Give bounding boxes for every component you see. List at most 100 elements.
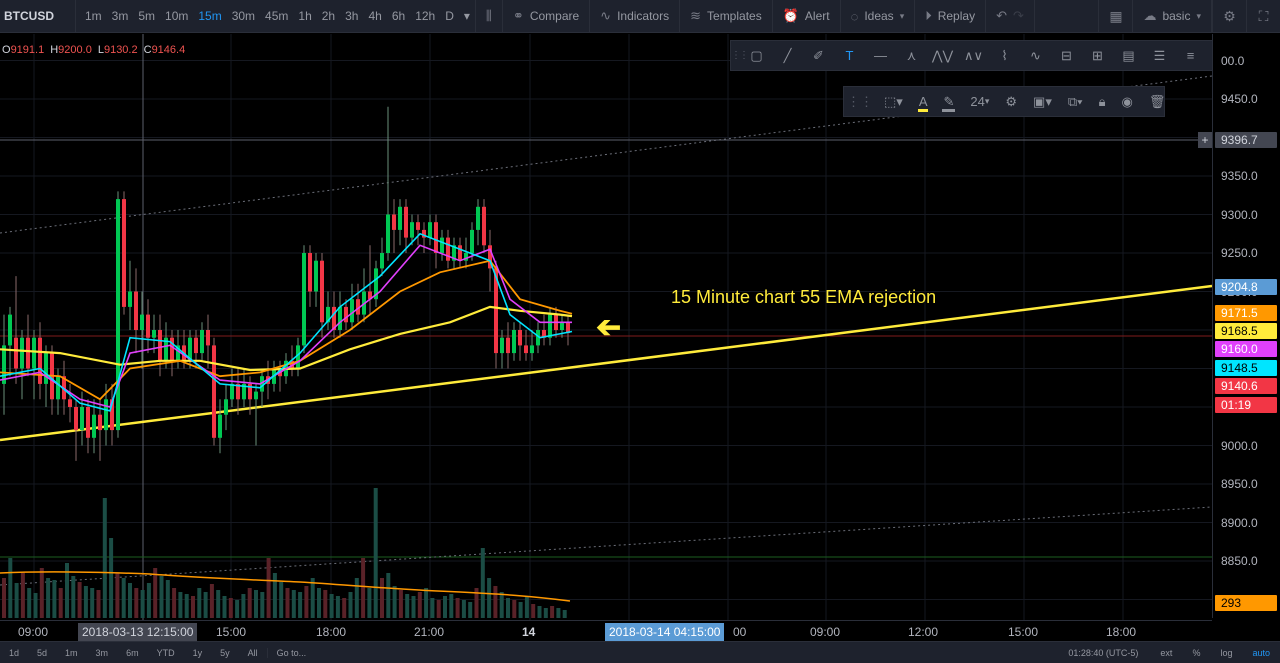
interval-10m[interactable]: 10m	[160, 0, 193, 33]
range-ytd[interactable]: YTD	[148, 648, 184, 658]
range-5y[interactable]: 5y	[211, 648, 239, 658]
volume-bar	[121, 578, 126, 618]
gann-tool[interactable]: ≡	[1175, 41, 1206, 71]
indicators-button[interactable]: ∿ Indicators	[590, 0, 681, 33]
interval-selector: 1m 3m 5m 10m 15m 30m 45m 1h 2h 3h 4h 6h 12h D ▾	[76, 0, 476, 33]
pitchfork-tool[interactable]: ⋏	[896, 41, 927, 71]
candle-body	[32, 337, 36, 369]
compare-button[interactable]: ⚭ Compare	[503, 0, 591, 33]
candle-body	[458, 245, 462, 261]
settings-button[interactable]: ⚙	[1212, 0, 1246, 33]
interval-4h[interactable]: 4h	[363, 0, 386, 33]
font-size-dropdown[interactable]: 24 ▾	[962, 87, 997, 117]
candle-body	[518, 330, 522, 346]
range-all[interactable]: All	[239, 648, 267, 658]
interval-1h[interactable]: 1h	[293, 0, 316, 33]
candle-body	[212, 345, 216, 438]
interval-30m[interactable]: 30m	[227, 0, 260, 33]
chevron-down-icon[interactable]: ▾	[459, 0, 475, 33]
extended-hours-toggle[interactable]: ext	[1150, 648, 1182, 658]
time-scale[interactable]: 09:00 15:00 18:00 21:00 14 09:00 12:00 15:00 18:…	[0, 620, 1212, 642]
volume-bar	[2, 578, 6, 618]
interval-3h[interactable]: 3h	[340, 0, 363, 33]
fullscreen-button[interactable]: ⛶	[1246, 0, 1280, 33]
replay-button[interactable]: ⏵ Replay	[915, 0, 987, 33]
interval-5m[interactable]: 5m	[133, 0, 160, 33]
text-color-button[interactable]: A	[911, 87, 936, 117]
percent-scale-toggle[interactable]: %	[1182, 648, 1210, 658]
cursor-box-tool[interactable]: ▢	[741, 41, 772, 71]
range-1d[interactable]: 1d	[0, 648, 28, 658]
interval-15m[interactable]: 15m	[193, 0, 226, 33]
range-6m[interactable]: 6m	[117, 648, 148, 658]
time-tick: 00	[733, 625, 747, 639]
price-tick: 8850.0	[1221, 554, 1258, 568]
clock[interactable]: 01:28:40 (UTC-5)	[1068, 648, 1150, 658]
annotation-arrow[interactable]: ➔	[596, 311, 621, 344]
volume-bar	[310, 578, 315, 618]
volume-bar	[461, 600, 466, 618]
drag-handle-icon[interactable]: ⋮⋮	[731, 50, 749, 61]
box-select-icon: ▢	[750, 47, 763, 63]
auto-scale-toggle[interactable]: auto	[1242, 648, 1280, 658]
indicators-icon: ∿	[600, 8, 612, 23]
price-range-tool[interactable]: ▤	[1113, 41, 1144, 71]
visual-order-button[interactable]: ▣▾	[1025, 87, 1060, 117]
range-1m[interactable]: 1m	[56, 648, 87, 658]
templates-button[interactable]: ≋ Templates	[680, 0, 773, 33]
volume-bar	[216, 590, 221, 618]
candle-body	[200, 330, 204, 354]
brush-tool[interactable]: ✐	[803, 41, 834, 71]
ideas-button[interactable]: ◌ Ideas ▾	[841, 0, 916, 33]
settings-button[interactable]: ⚙	[997, 87, 1025, 117]
interval-3m[interactable]: 3m	[107, 0, 134, 33]
clone-button[interactable]: ⧉▾	[1060, 87, 1091, 117]
chart-pane[interactable]	[0, 34, 1280, 640]
pencil-color-button[interactable]: ✎	[935, 87, 962, 117]
interval-6h[interactable]: 6h	[387, 0, 410, 33]
range-3m[interactable]: 3m	[87, 648, 118, 658]
volume-bar	[354, 578, 359, 618]
volume-bar	[348, 592, 353, 618]
undo-button[interactable]: ↶ ↷	[986, 0, 1035, 33]
layout-grid-button[interactable]: ▦	[1098, 0, 1132, 33]
interval-1m[interactable]: 1m	[80, 0, 107, 33]
annotation-text[interactable]: 15 Minute chart 55 EMA rejection	[671, 287, 936, 308]
log-scale-toggle[interactable]: log	[1210, 648, 1242, 658]
volume-bar	[71, 576, 76, 618]
goto-date-button[interactable]: Go to...	[266, 647, 316, 658]
volume-bar	[424, 588, 429, 618]
alert-button[interactable]: ⏰ Alert	[773, 0, 841, 33]
fib-tool[interactable]: ☰	[1144, 41, 1175, 71]
elliott-wave-tool[interactable]: ∧∨	[958, 41, 989, 71]
long-position-tool[interactable]: ⊟	[1051, 41, 1082, 71]
price-scale[interactable]: 00.09450.09400.09350.09300.09250.09200.0…	[1212, 34, 1280, 618]
interval-45m[interactable]: 45m	[260, 0, 293, 33]
horizontal-line-tool[interactable]: —	[865, 41, 896, 71]
range-5d[interactable]: 5d	[28, 648, 56, 658]
price-label: 293	[1215, 595, 1277, 611]
chart-style-button[interactable]: ⫼	[476, 0, 503, 33]
interval-12h[interactable]: 12h	[410, 0, 440, 33]
redo-icon[interactable]: ↷	[1013, 8, 1024, 24]
date-range-tool[interactable]: ⊞	[1082, 41, 1113, 71]
template-dropdown[interactable]: ⬚▾	[876, 87, 911, 117]
wave-tool[interactable]: ⌇	[989, 41, 1020, 71]
pattern-xabcd-tool[interactable]: ⋀⋁	[927, 41, 958, 71]
interval-D[interactable]: D	[440, 0, 459, 33]
delete-button[interactable]: 🗑︎	[1141, 87, 1174, 117]
add-price-line-button[interactable]: +	[1198, 132, 1212, 148]
text-tool[interactable]: T	[834, 41, 865, 71]
symbol-search[interactable]: BTCUSD	[0, 0, 76, 33]
interval-2h[interactable]: 2h	[317, 0, 340, 33]
trend-line-tool[interactable]: ╱	[772, 41, 803, 71]
drag-handle-icon[interactable]: ⋮⋮	[844, 87, 876, 117]
layout-save-button[interactable]: ☁ basic ▾	[1132, 0, 1212, 33]
templates-icon: ≋	[690, 8, 702, 23]
range-1y[interactable]: 1y	[184, 648, 212, 658]
candle-body	[404, 206, 408, 238]
candle-body	[194, 337, 198, 354]
cycle-tool[interactable]: ∿	[1020, 41, 1051, 71]
lock-button[interactable]: 🔒︎	[1091, 87, 1114, 117]
hide-button[interactable]: ◉	[1114, 87, 1141, 117]
